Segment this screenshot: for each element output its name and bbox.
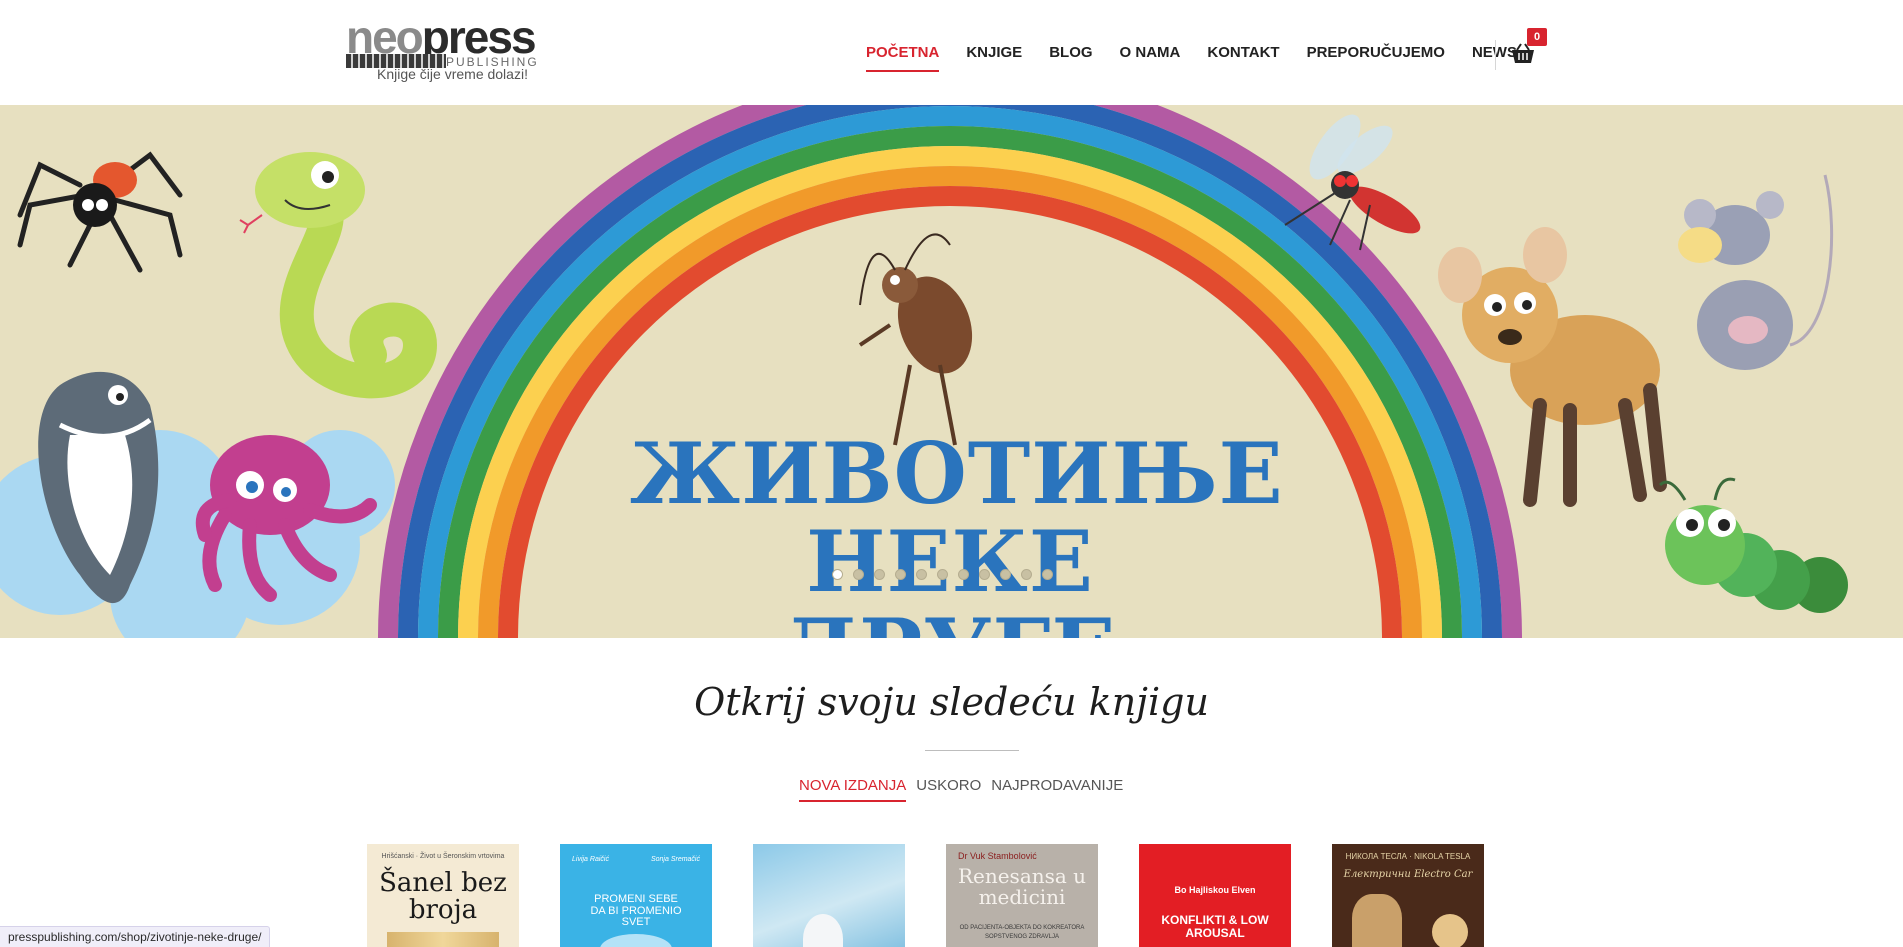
book-card-sanel-bez-broja[interactable]: Hrišćanski · Život u Šeronskim vrtovima …	[367, 844, 519, 947]
section-divider	[925, 750, 1019, 751]
nav-item-pocetna[interactable]: POČETNA	[866, 44, 940, 72]
slider-pagination	[832, 569, 1053, 580]
book-title: Renesansa u medicini	[957, 864, 1087, 909]
slider-dot[interactable]	[832, 569, 843, 580]
book-series: Hrišćanski · Život u Šeronskim vrtovima	[381, 853, 505, 860]
book-card-globe[interactable]	[753, 844, 905, 947]
slider-dot[interactable]	[916, 569, 927, 580]
slider-dot[interactable]	[895, 569, 906, 580]
main-nav: POČETNA KNJIGE BLOG O NAMA KONTAKT PREPO…	[866, 44, 1544, 72]
snake-graphic	[239, 152, 438, 399]
book-card-konflikti-low-arousal[interactable]: Bo Hajliskou Elven KONFLIKTI & LOW AROUS…	[1139, 844, 1291, 947]
book-author: Sonja Sremačić	[650, 856, 700, 863]
book-author: Bo Hajliskou Elven	[1174, 885, 1256, 895]
slider-dot[interactable]	[1000, 569, 1011, 580]
tab-najprodavanije[interactable]: NAJPRODAVANIJE	[991, 777, 1123, 802]
nav-item-preporucujemo[interactable]: PREPORUČUJEMO	[1307, 44, 1445, 72]
hero-title-line1: ЖИВОТИЊЕ	[630, 424, 1284, 523]
book-card-promeni-sebe[interactable]: Livija Raičić Sonja Sremačić PROMENI SEB…	[560, 844, 712, 947]
slider-dot[interactable]	[853, 569, 864, 580]
cockroach-graphic	[858, 233, 973, 446]
book-tabs: NOVA IZDANJA USKORO NAJPRODAVANIJE	[799, 777, 1123, 802]
slider-dot[interactable]	[937, 569, 948, 580]
book-card-nikola-tesla[interactable]: НИКОЛА ТЕСЛА · NIKOLA TESLA Електрични E…	[1332, 844, 1484, 947]
tab-uskoro[interactable]: USKORO	[916, 777, 981, 802]
slider-dot[interactable]	[958, 569, 969, 580]
site-tagline: Knjige čije vreme dolazi!	[377, 66, 528, 82]
book-title: Електрични Electro Car	[1343, 869, 1473, 880]
tab-nova-izdanja[interactable]: NOVA IZDANJA	[799, 777, 907, 802]
slider-dot[interactable]	[1021, 569, 1032, 580]
mouse-graphic	[1678, 174, 1834, 370]
site-header: neopress PUBLISHING Knjige čije vreme do…	[0, 0, 1903, 105]
cart-count-badge: 0	[1527, 28, 1547, 46]
book-title: KONFLIKTI & LOW AROUSAL	[1161, 913, 1269, 940]
book-card-renesansa-u-medicini[interactable]: Dr Vuk Stambolović Renesansa u medicini …	[946, 844, 1098, 947]
book-title: PROMENI SEBE DA BI PROMENIO SVET	[590, 893, 682, 929]
nav-item-blog[interactable]: BLOG	[1049, 44, 1092, 72]
book-author: Livija Raičić	[572, 856, 609, 863]
hero-slider[interactable]: ЖИВОТИЊЕ НЕКЕ ДРУГЕ	[0, 105, 1903, 638]
book-cover-art	[387, 932, 499, 947]
spider-graphic	[17, 151, 183, 273]
slider-dot[interactable]	[874, 569, 885, 580]
slider-dot[interactable]	[979, 569, 990, 580]
book-author: Dr Vuk Stambolović	[958, 851, 1037, 861]
nav-divider	[1495, 40, 1496, 70]
portrait-graphic	[1352, 894, 1402, 947]
book-list: Hrišćanski · Život u Šeronskim vrtovima …	[367, 844, 1484, 947]
link-status-bar: presspublishing.com/shop/zivotinje-neke-…	[0, 926, 271, 947]
book-title: Šanel bez broja	[379, 868, 507, 926]
book-cover-art	[803, 914, 843, 947]
book-author: НИКОЛА ТЕСЛА · NIKOLA TESLA	[1345, 852, 1471, 861]
nav-item-kontakt[interactable]: KONTAKT	[1207, 44, 1279, 72]
caterpillar-graphic	[1658, 477, 1848, 613]
wings-graphic	[600, 934, 672, 947]
book-subtitle: OD PACIJENTA-OBJEKTA DO KOKREATORA SOPST…	[959, 925, 1085, 940]
book-cover-art	[1432, 914, 1468, 947]
nav-item-o-nama[interactable]: O NAMA	[1120, 44, 1181, 72]
nav-item-knjige[interactable]: KNJIGE	[966, 44, 1022, 72]
hero-title[interactable]: ЖИВОТИЊЕ НЕКЕ ДРУГЕ	[630, 424, 1284, 639]
section-title: Otkrij svoju sledeću knjigu	[694, 680, 1209, 724]
slider-dot[interactable]	[1042, 569, 1053, 580]
